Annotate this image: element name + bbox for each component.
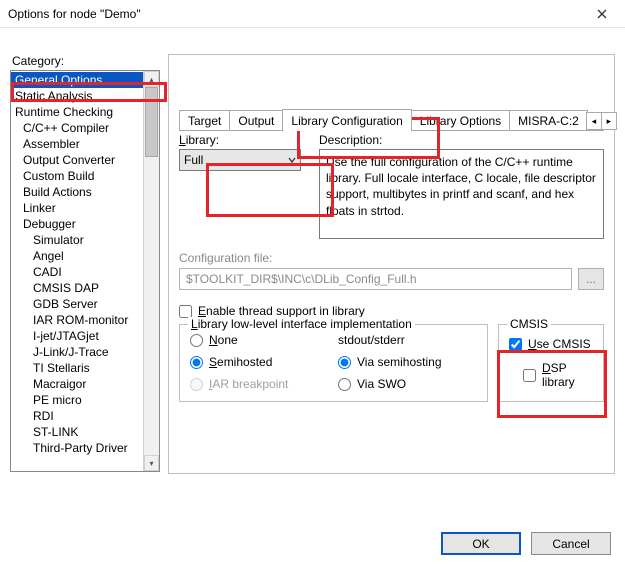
tab-scroll-right[interactable]: ▸ xyxy=(601,112,617,130)
category-item[interactable]: Linker xyxy=(11,200,143,216)
radio-none[interactable]: None xyxy=(190,333,320,347)
category-item[interactable]: Static Analysis xyxy=(11,88,143,104)
category-item[interactable]: GDB Server xyxy=(11,296,143,312)
config-file-browse-button[interactable]: ... xyxy=(578,268,604,290)
category-item[interactable]: PE micro xyxy=(11,392,143,408)
tab-target[interactable]: Target xyxy=(179,110,230,130)
category-item[interactable]: Angel xyxy=(11,248,143,264)
radio-iar-breakpoint: IAR breakpoint xyxy=(190,377,320,391)
window-title: Options for node "Demo" xyxy=(8,7,141,21)
tab-output[interactable]: Output xyxy=(229,110,283,130)
radio-semihosted[interactable]: Semihosted xyxy=(190,355,320,369)
cmsis-legend: CMSIS xyxy=(507,317,551,331)
category-item[interactable]: RDI xyxy=(11,408,143,424)
category-item[interactable]: Custom Build xyxy=(11,168,143,184)
category-item[interactable]: Build Actions xyxy=(11,184,143,200)
enable-thread-checkbox[interactable] xyxy=(179,305,192,318)
radio-via-semihosting[interactable]: Via semihosting xyxy=(338,355,442,369)
radio-via-swo[interactable]: Via SWO xyxy=(338,377,442,391)
cancel-button[interactable]: Cancel xyxy=(531,532,611,555)
titlebar: Options for node "Demo" xyxy=(0,0,625,28)
category-item[interactable]: I-jet/JTAGjet xyxy=(11,328,143,344)
config-file-label: Configuration file: xyxy=(179,251,604,265)
tab-library-options[interactable]: Library Options xyxy=(411,110,510,130)
enable-thread-label: Enable thread support in library xyxy=(198,304,365,318)
tabs: TargetOutputLibrary ConfigurationLibrary… xyxy=(179,109,604,131)
category-item[interactable]: TI Stellaris xyxy=(11,360,143,376)
close-icon xyxy=(597,9,607,19)
category-item[interactable]: ST-LINK xyxy=(11,424,143,440)
description-text: Use the full configuration of the C/C++ … xyxy=(319,149,604,239)
category-item[interactable]: Assembler xyxy=(11,136,143,152)
category-list: General OptionsStatic AnalysisRuntime Ch… xyxy=(10,70,160,472)
category-item[interactable]: C/C++ Compiler xyxy=(11,120,143,136)
cmsis-fieldset: CMSIS Use CMSIS DSP library xyxy=(498,324,604,402)
description-label: Description: xyxy=(319,133,604,147)
close-button[interactable] xyxy=(587,4,617,24)
options-panel: TargetOutputLibrary ConfigurationLibrary… xyxy=(168,54,615,474)
category-item[interactable]: Debugger xyxy=(11,216,143,232)
library-label: Library: xyxy=(179,133,301,147)
lowlevel-fieldset: Library low-level interface implementati… xyxy=(179,324,488,402)
config-file-input: $TOOLKIT_DIR$\INC\c\DLib_Config_Full.h xyxy=(179,268,572,290)
chevron-down-icon xyxy=(288,153,296,167)
category-item[interactable]: General Options xyxy=(11,72,143,88)
category-item[interactable]: Simulator xyxy=(11,232,143,248)
category-item[interactable]: J-Link/J-Trace xyxy=(11,344,143,360)
lowlevel-legend: Library low-level interface implementati… xyxy=(188,317,415,331)
dsp-library-checkbox[interactable]: DSP library xyxy=(523,361,593,389)
tab-scroll-left[interactable]: ◂ xyxy=(586,112,602,130)
category-item[interactable]: Third-Party Driver xyxy=(11,440,143,456)
ok-button[interactable]: OK xyxy=(441,532,521,555)
category-item[interactable]: IAR ROM-monitor xyxy=(11,312,143,328)
library-dropdown[interactable]: Full xyxy=(179,149,301,171)
category-item[interactable]: Runtime Checking xyxy=(11,104,143,120)
category-item[interactable]: CADI xyxy=(11,264,143,280)
stdout-header: stdout/stderr xyxy=(338,333,442,347)
use-cmsis-checkbox[interactable]: Use CMSIS xyxy=(509,337,593,351)
category-label: Category: xyxy=(12,54,160,68)
category-item[interactable]: Output Converter xyxy=(11,152,143,168)
category-item[interactable]: Macraigor xyxy=(11,376,143,392)
library-value: Full xyxy=(184,153,203,167)
scroll-up-icon[interactable]: ▴ xyxy=(144,71,159,87)
category-item[interactable]: CMSIS DAP xyxy=(11,280,143,296)
scroll-down-icon[interactable]: ▾ xyxy=(144,455,159,471)
scroll-thumb[interactable] xyxy=(145,87,158,157)
tab-misra-c-2[interactable]: MISRA-C:2 xyxy=(509,110,588,130)
category-scrollbar[interactable]: ▴ ▾ xyxy=(143,71,159,471)
tab-library-configuration[interactable]: Library Configuration xyxy=(282,109,411,131)
